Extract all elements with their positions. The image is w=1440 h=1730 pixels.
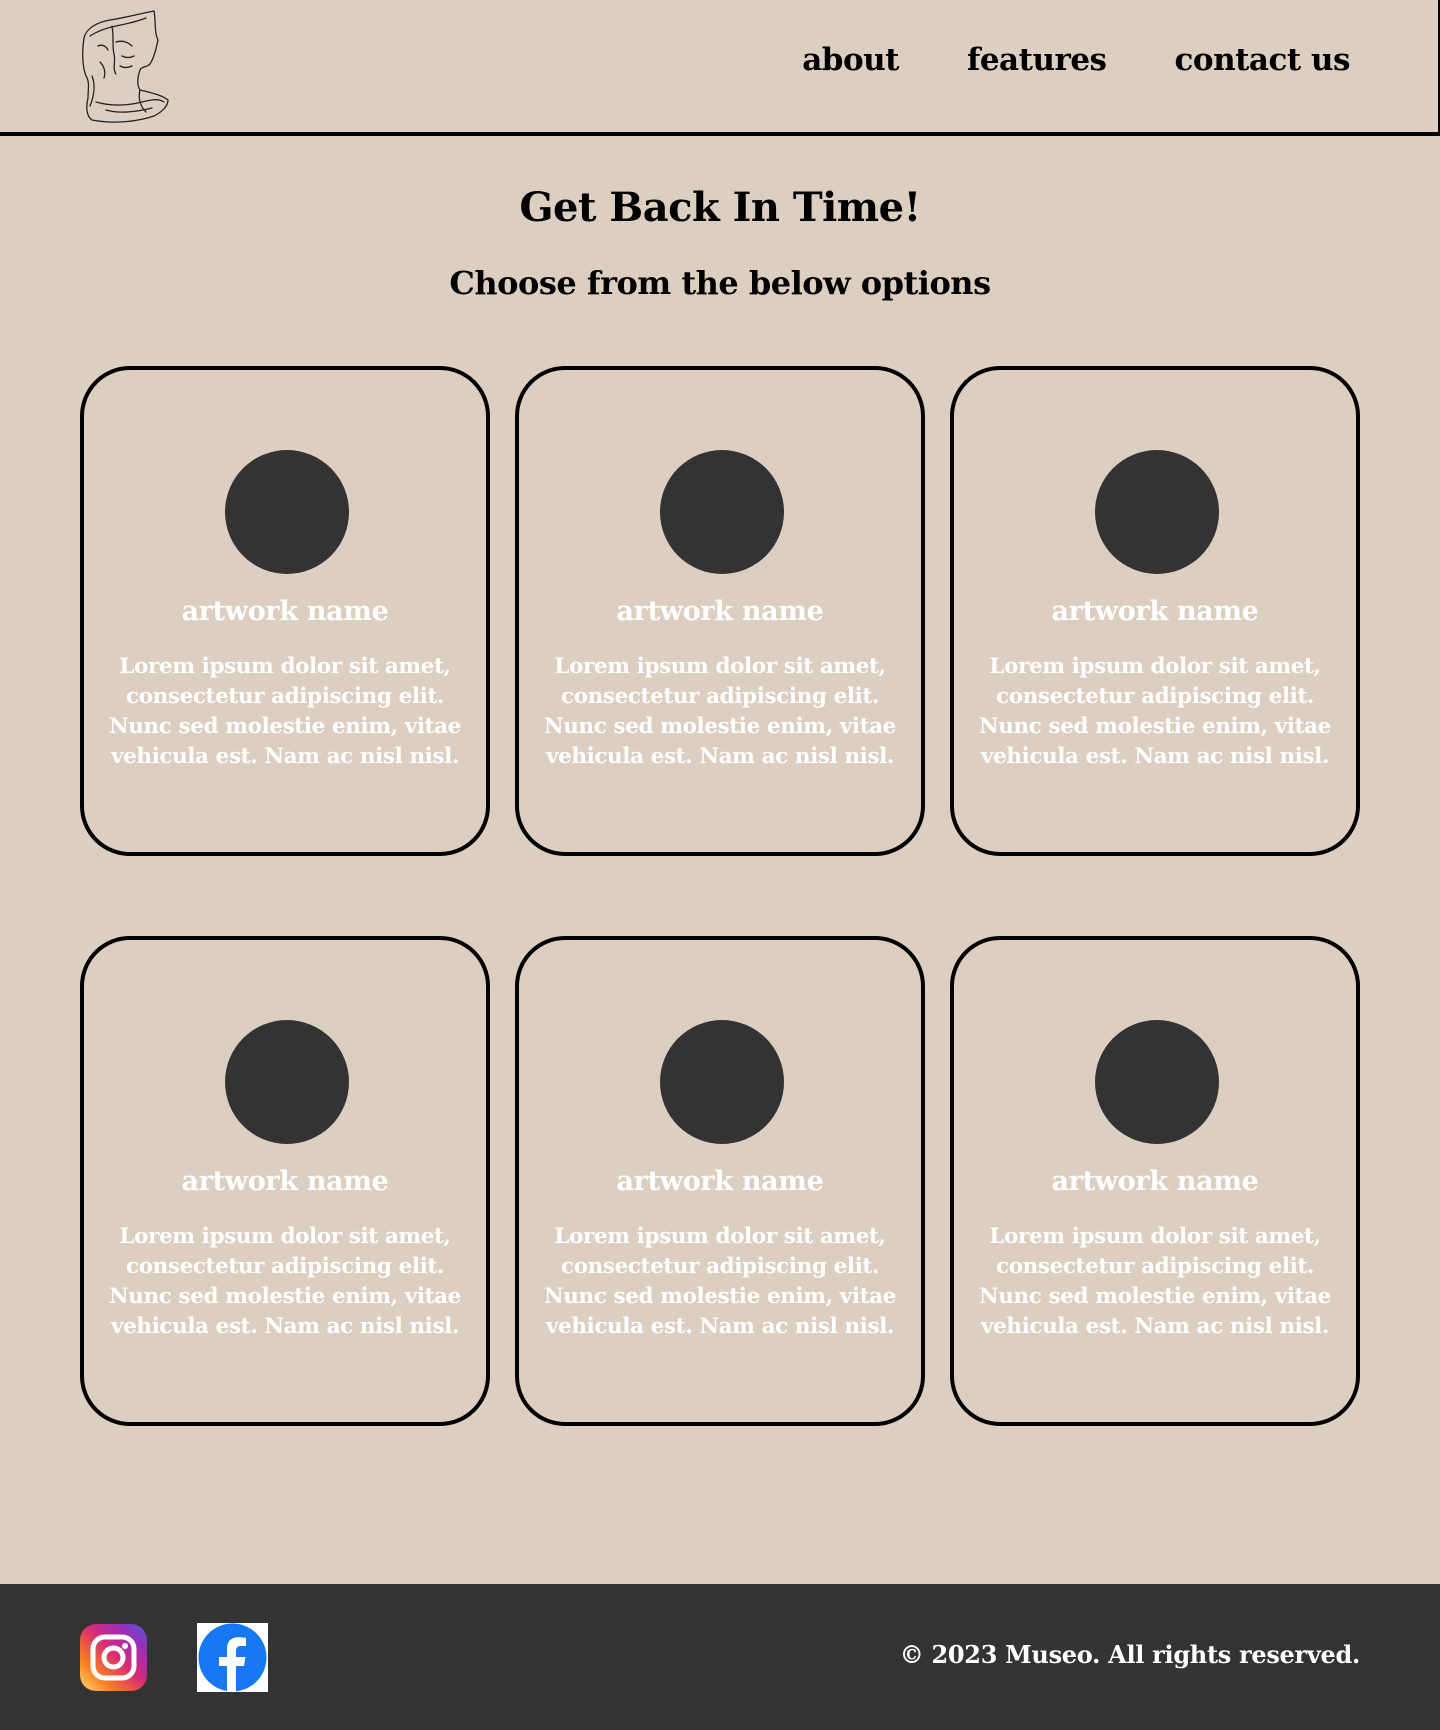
page: about features contact us Get Back In Ti… <box>0 0 1440 1730</box>
artwork-image-placeholder <box>225 450 349 574</box>
site-header: about features contact us <box>0 0 1440 136</box>
artwork-description: Lorem ipsum dolor sit amet, consectetur … <box>979 654 1331 769</box>
main-nav: about features contact us <box>802 42 1350 78</box>
artwork-image-placeholder <box>660 1020 784 1144</box>
artwork-card[interactable]: artwork name Lorem ipsum dolor sit amet,… <box>80 366 490 856</box>
nav-link-contact-us[interactable]: contact us <box>1175 42 1351 78</box>
nav-link-features[interactable]: features <box>967 42 1107 78</box>
artwork-card[interactable]: artwork name Lorem ipsum dolor sit amet,… <box>515 936 925 1426</box>
artwork-image-placeholder <box>1095 1020 1219 1144</box>
artwork-name: artwork name <box>181 1166 389 1197</box>
artwork-name: artwork name <box>616 1166 824 1197</box>
artwork-name: artwork name <box>181 596 389 627</box>
artwork-card[interactable]: artwork name Lorem ipsum dolor sit amet,… <box>515 366 925 856</box>
artwork-image-placeholder <box>1095 450 1219 574</box>
copyright-text: © 2023 Museo. All rights reserved. <box>899 1640 1361 1669</box>
artwork-description: Lorem ipsum dolor sit amet, consectetur … <box>544 654 896 769</box>
facebook-glyph <box>198 1623 267 1692</box>
artwork-description: Lorem ipsum dolor sit amet, consectetur … <box>544 1224 896 1339</box>
artwork-description: Lorem ipsum dolor sit amet, consectetur … <box>109 654 461 769</box>
artwork-name: artwork name <box>616 596 824 627</box>
artwork-description: Lorem ipsum dolor sit amet, consectetur … <box>109 1224 461 1339</box>
artwork-card[interactable]: artwork name Lorem ipsum dolor sit amet,… <box>950 366 1360 856</box>
artwork-name: artwork name <box>1051 1166 1259 1197</box>
artwork-card[interactable]: artwork name Lorem ipsum dolor sit amet,… <box>80 936 490 1426</box>
site-footer: © 2023 Museo. All rights reserved. <box>0 1584 1440 1730</box>
artwork-description: Lorem ipsum dolor sit amet, consectetur … <box>979 1224 1331 1339</box>
artwork-image-placeholder <box>660 450 784 574</box>
nav-link-about[interactable]: about <box>802 42 899 78</box>
instagram-icon[interactable] <box>80 1624 147 1691</box>
facebook-icon[interactable] <box>197 1623 268 1692</box>
instagram-glyph <box>90 1634 137 1681</box>
artwork-image-placeholder <box>225 1020 349 1144</box>
page-title: Get Back In Time! <box>519 184 921 231</box>
artwork-name: artwork name <box>1051 596 1259 627</box>
page-subtitle: Choose from the below options <box>449 264 991 302</box>
artwork-card[interactable]: artwork name Lorem ipsum dolor sit amet,… <box>950 936 1360 1426</box>
statue-head-logo[interactable] <box>76 6 180 126</box>
